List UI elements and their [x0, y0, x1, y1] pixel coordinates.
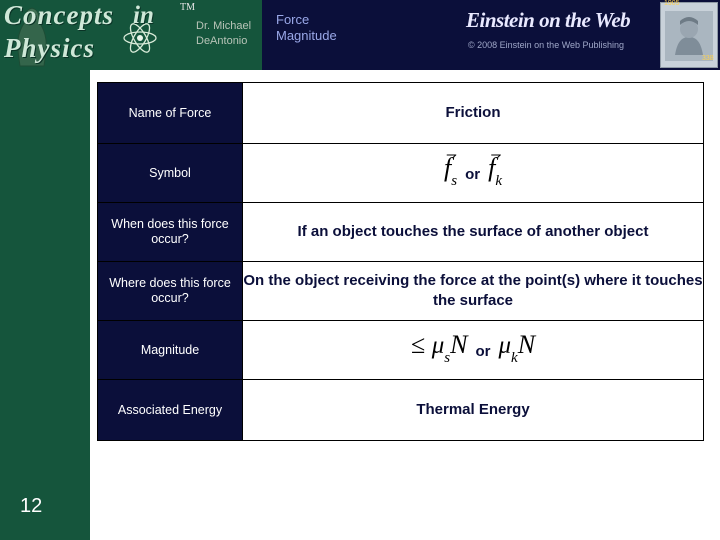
symbol-friction-kinetic: ⇁ fk	[488, 148, 502, 190]
mu-kinetic-sub: k	[511, 350, 518, 367]
row-value-symbol: ⇁ fs or ⇁ fk	[242, 143, 704, 203]
mu-kinetic: μ	[498, 331, 512, 359]
mu-static-sub: s	[444, 350, 451, 367]
page-title: Force Magnitude	[276, 12, 446, 44]
table-row: Associated Energy Thermal Energy	[97, 379, 704, 441]
less-than-or-equal-symbol: ≤	[410, 329, 426, 359]
copyright-text: © 2008 Einstein on the Web Publishing	[468, 40, 625, 50]
brand-physics-text: Physics	[4, 33, 95, 63]
table-row: Where does this force occur? On the obje…	[97, 261, 704, 321]
photo-caption: 1905	[664, 0, 680, 7]
row-value-magnitude: ≤ μsN or μkN	[242, 320, 704, 380]
brand-logo-block: Concepts in TM Physics Dr. Michael DeAnt…	[0, 0, 262, 70]
row-label-symbol: Symbol	[97, 143, 243, 203]
symbol-conjunction: or	[465, 166, 481, 183]
table-row: Name of Force Friction	[97, 82, 704, 144]
row-label-where-occur: Where does this force occur?	[97, 261, 243, 321]
author-name-line1: Dr. Michael	[196, 20, 252, 32]
slide-number: 12	[20, 495, 43, 517]
photo-number: 338	[702, 55, 714, 62]
trademark-mark: TM	[180, 2, 195, 13]
table-row: Magnitude ≤ μsN or μkN	[97, 320, 704, 380]
mu-static: μ	[431, 331, 445, 359]
row-label-magnitude: Magnitude	[97, 320, 243, 380]
page-title-line2: Magnitude	[276, 28, 337, 43]
left-color-band	[0, 0, 90, 540]
row-label-when-occur: When does this force occur?	[97, 202, 243, 262]
row-value-where-occur: On the object receiving the force at the…	[242, 261, 704, 321]
row-value-when-occur: If an object touches the surface of anot…	[242, 202, 704, 262]
publisher-logo-text: Einstein on the Web	[466, 8, 631, 32]
slide-header: Concepts in TM Physics Dr. Michael DeAnt…	[0, 0, 720, 70]
table-row: Symbol ⇁ fs or ⇁ fk	[97, 143, 704, 203]
row-value-associated-energy: Thermal Energy	[242, 379, 704, 441]
row-label-name-of-force: Name of Force	[97, 82, 243, 144]
normal-force-left: N	[450, 329, 468, 359]
page-title-line1: Force	[276, 12, 310, 27]
brand-concepts-text: Concepts	[4, 0, 115, 30]
force-properties-table: Name of Force Friction Symbol ⇁ fs or ⇁ …	[97, 82, 704, 441]
row-value-name-of-force: Friction	[242, 82, 704, 144]
brand-in-text: in	[133, 2, 154, 29]
row-label-associated-energy: Associated Energy	[97, 379, 243, 441]
magnitude-kinetic-term: μkN	[498, 331, 535, 367]
magnitude-static-term: ≤ μsN	[411, 331, 468, 367]
vector-arrow-icon: ⇁	[490, 146, 502, 162]
author-name-line2: DeAntonio	[196, 35, 248, 47]
magnitude-conjunction: or	[475, 343, 491, 360]
symbol-math-expression: ⇁ fs or ⇁ fk	[243, 148, 703, 190]
magnitude-math-expression: ≤ μsN or μkN	[243, 331, 703, 367]
symbol-f-sub-right: k	[495, 173, 502, 190]
table-row: When does this force occur? If an object…	[97, 202, 704, 262]
normal-force-right: N	[517, 329, 536, 359]
symbol-friction-static: ⇁ fs	[444, 148, 457, 189]
vector-arrow-icon: ⇁	[445, 146, 457, 162]
